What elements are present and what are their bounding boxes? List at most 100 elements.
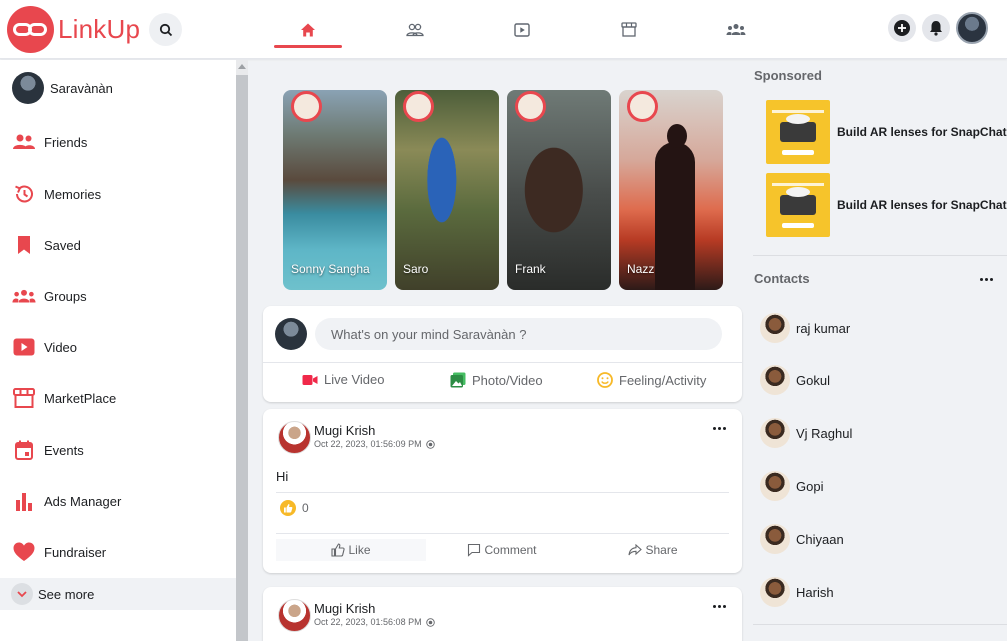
sidebar-item-saved[interactable]: Saved [12,233,81,257]
post-input[interactable] [315,318,722,350]
sidebar-item-label: Fundraiser [44,544,107,560]
avatar [291,91,322,122]
contact-item[interactable]: Gopi [760,471,823,501]
marketplace-icon [12,386,36,410]
tab-video[interactable] [468,0,575,59]
plus-icon [894,20,910,36]
scroll-up-icon[interactable] [238,64,246,69]
contact-item[interactable]: Chiyaan [760,524,844,554]
bar-chart-icon [12,489,36,513]
story-image [655,124,695,290]
contact-name: raj kumar [796,320,851,336]
sidebar-item-marketplace[interactable]: MarketPlace [12,386,116,410]
sidebar-item-friends[interactable]: Friends [12,130,87,154]
contact-name: Vj Raghul [796,425,853,441]
post-composer: Live Video Photo/Video Feeling/Activity [263,306,742,402]
top-actions [888,12,988,44]
sidebar-profile[interactable]: Saravànàn [12,72,113,104]
more-options-icon[interactable] [713,427,726,430]
sidebar-item-ads-manager[interactable]: Ads Manager [12,489,121,513]
share-label: Share [645,543,678,557]
story-card[interactable]: Nazz [619,90,723,290]
search-button[interactable] [149,13,182,46]
divider [753,255,1007,256]
tab-home[interactable] [254,0,361,59]
sidebar-item-label: Friends [44,134,88,150]
notifications-button[interactable] [922,14,950,42]
tab-friends[interactable] [361,0,468,59]
more-options-icon[interactable] [980,278,993,281]
see-more-label: See more [38,586,95,602]
top-bar: LinkUp [0,0,1007,59]
memories-icon [12,182,36,206]
contact-item[interactable]: Vj Raghul [760,418,852,448]
ad-item[interactable]: Build AR lenses for SnapChat [766,100,1007,164]
avatar [760,577,790,607]
avatar[interactable] [956,12,988,44]
story-name: Frank [515,262,546,276]
chevron-down-icon [11,583,33,605]
post-author[interactable]: Mugi Krish [314,423,375,438]
feeling-activity-button[interactable]: Feeling/Activity [597,372,706,388]
video-icon [513,22,530,37]
more-options-icon[interactable] [713,605,726,608]
sidebar-item-label: Memories [44,186,102,202]
avatar [12,72,44,104]
post-date: Oct 22, 2023, 01:56:08 PM [314,617,435,627]
create-button[interactable] [888,14,916,42]
avatar [627,91,658,122]
see-more-button[interactable]: See more [0,578,236,610]
bell-icon [930,21,942,36]
tab-groups[interactable] [682,0,789,59]
sidebar-item-fundraiser[interactable]: Fundraiser [12,540,106,564]
contact-item[interactable]: Harish [760,577,834,607]
scrollbar-thumb[interactable] [236,75,248,641]
story-name: Saro [403,262,429,276]
post-author[interactable]: Mugi Krish [314,601,375,616]
avatar[interactable] [278,599,311,632]
story-card[interactable]: Sonny Sangha [283,90,387,290]
live-video-icon [302,374,318,386]
search-icon [159,23,172,36]
right-sidebar: Sponsored Build AR lenses for SnapChat B… [753,60,1007,641]
contact-item[interactable]: Gokul [760,365,830,395]
comment-button[interactable]: Comment [427,539,577,561]
story-card[interactable]: Frank [507,90,611,290]
divider [753,624,1007,625]
comment-label: Comment [484,543,537,557]
like-count: 0 [302,501,309,515]
logo-icon [7,6,54,53]
sponsored-title: Sponsored [754,68,822,83]
friends-icon [405,23,424,36]
tab-marketplace[interactable] [575,0,682,59]
thumbs-up-icon [331,543,346,557]
like-label: Like [348,543,371,557]
contact-item[interactable]: raj kumar [760,313,850,343]
sidebar-item-memories[interactable]: Memories [12,182,101,206]
contacts-title: Contacts [754,271,810,286]
post-card: Mugi Krish Oct 22, 2023, 01:56:08 PM [263,587,742,641]
sidebar-item-label: Events [44,442,84,458]
video-icon [12,335,36,359]
heart-icon [12,540,36,564]
sidebar-item-groups[interactable]: Groups [12,284,87,308]
bookmark-icon [12,233,36,257]
story-card[interactable]: Saro [395,90,499,290]
sidebar-item-events[interactable]: Events [12,438,84,462]
sidebar-item-video[interactable]: Video [12,335,77,359]
share-button[interactable]: Share [578,539,728,561]
photo-video-label: Photo/Video [472,372,543,388]
avatar[interactable] [278,421,311,454]
photo-video-button[interactable]: Photo/Video [450,372,543,388]
sidebar-scrollbar[interactable] [236,60,248,641]
like-button[interactable]: Like [276,539,426,561]
live-video-button[interactable]: Live Video [302,372,384,387]
reaction-summary[interactable]: 0 [276,500,309,516]
divider [276,533,729,534]
comment-icon [467,543,481,557]
avatar [275,318,307,350]
avatar [760,471,790,501]
sidebar-item-label: Ads Manager [44,493,122,509]
logo[interactable]: LinkUp [7,6,140,53]
ad-item[interactable]: Build AR lenses for SnapChat [766,173,1007,237]
